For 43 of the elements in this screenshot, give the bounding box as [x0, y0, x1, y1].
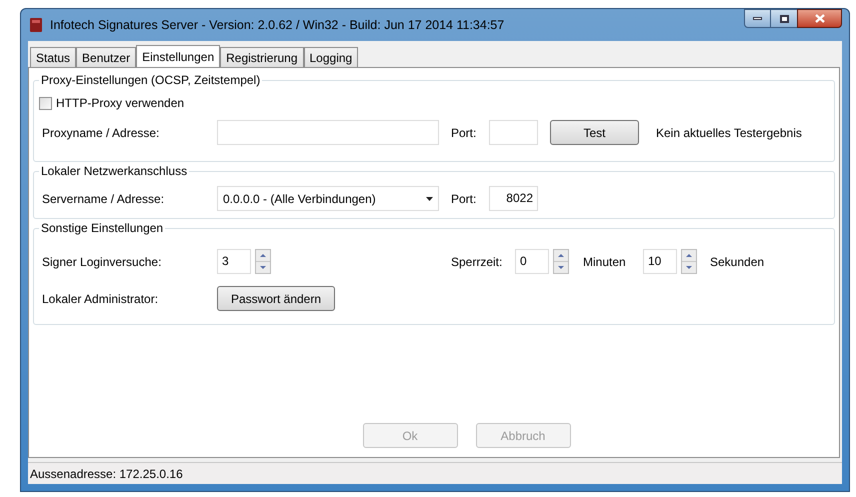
tab[interactable]: Benutzer	[76, 47, 136, 67]
spinner-arrows[interactable]	[553, 249, 569, 274]
port-field[interactable]	[489, 120, 538, 145]
tab[interactable]: Status	[30, 47, 76, 67]
change-password-button[interactable]: Passwort ändern	[217, 286, 335, 311]
checkbox-label: HTTP-Proxy verwenden	[56, 95, 184, 112]
close-button[interactable]	[797, 9, 842, 28]
server-address-dropdown[interactable]: 0.0.0.0 - (Alle Verbindungen)	[217, 186, 439, 211]
tab[interactable]: Registrierung	[220, 47, 304, 67]
field-label: Sekunden	[710, 254, 764, 270]
tab[interactable]: Einstellungen	[136, 45, 220, 67]
test-result-text: Kein aktuelles Testergebnis	[656, 124, 802, 142]
field-label: Servername / Adresse:	[42, 190, 166, 208]
test-button[interactable]: Test	[550, 120, 639, 145]
up-arrow-icon	[558, 254, 564, 257]
number-field[interactable]: 3	[217, 249, 251, 274]
maximize-button[interactable]	[771, 9, 797, 28]
close-icon	[814, 14, 824, 23]
number-field[interactable]: 0	[515, 249, 549, 274]
field-label: Sperrzeit:	[451, 254, 504, 270]
spinner-arrows[interactable]	[255, 249, 271, 274]
window-title: Infotech Signatures Server - Version: 2.0.62 / Win32 - Build: Jun 17 2014 11:34:57	[50, 16, 506, 34]
field-label: Proxyname / Adresse:	[42, 124, 160, 142]
field-label: Signer Loginversuche:	[42, 254, 162, 270]
tab[interactable]: Logging	[304, 47, 358, 67]
field-label: Minuten	[583, 254, 627, 270]
field-label: Port:	[451, 124, 478, 142]
down-arrow-icon	[558, 266, 564, 269]
up-arrow-icon	[260, 254, 266, 257]
number-field[interactable]: 10	[643, 249, 677, 274]
down-arrow-icon	[260, 266, 266, 269]
proxy-address-field[interactable]	[217, 120, 439, 145]
field-label: Lokaler Administrator:	[42, 290, 160, 308]
checkbox[interactable]	[39, 96, 52, 110]
minimize-button[interactable]	[744, 9, 771, 28]
book-icon	[28, 17, 44, 33]
port-field[interactable]: 8022	[489, 186, 538, 211]
up-arrow-icon	[686, 254, 692, 257]
dropdown-arrow-icon	[426, 196, 433, 200]
spinner-arrows[interactable]	[681, 249, 697, 274]
down-arrow-icon	[686, 266, 692, 269]
status-text: Aussenadresse: 172.25.0.16	[30, 466, 183, 482]
field-label: Port:	[451, 190, 478, 208]
